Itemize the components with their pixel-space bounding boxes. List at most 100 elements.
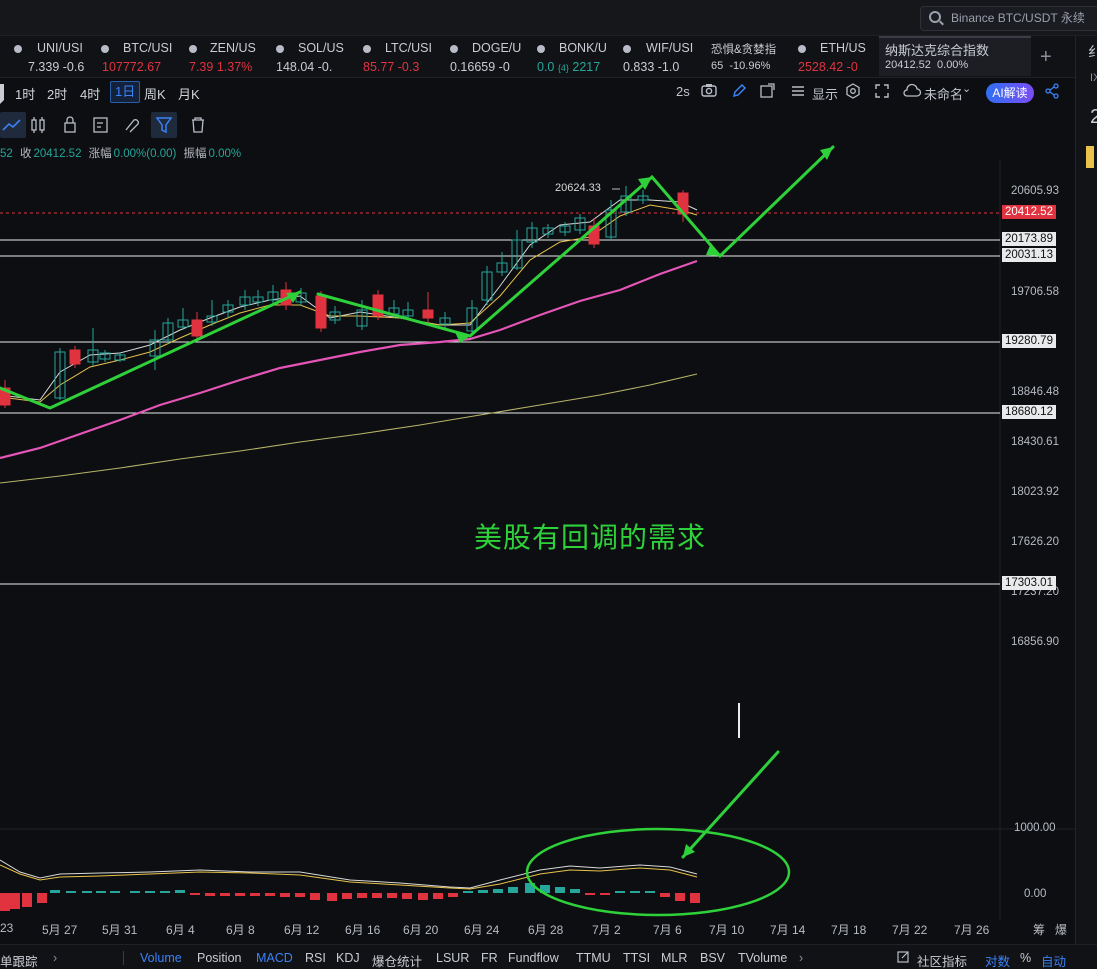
- tab-ttmu[interactable]: TTMU: [576, 951, 611, 965]
- macd-bar: [190, 893, 200, 895]
- candle-body: [481, 271, 493, 301]
- ai-interpret-button[interactable]: AI解读: [986, 83, 1034, 103]
- candle-body: [526, 227, 538, 243]
- ticker-price: 7.39 1.37%: [189, 60, 253, 74]
- tab-month[interactable]: 月K: [178, 84, 200, 103]
- y-tick: 18430.61: [1011, 436, 1059, 448]
- display-menu[interactable]: 显示: [812, 84, 838, 103]
- auto-scale-toggle[interactable]: 自动: [1041, 951, 1066, 969]
- tab-kdj[interactable]: KDJ: [336, 951, 360, 965]
- tab-week[interactable]: 周K: [144, 84, 166, 103]
- lock-icon[interactable]: [57, 112, 83, 138]
- ticker-uni[interactable]: UNI/USI 7.339 -0.6: [14, 39, 90, 75]
- ticker-eth[interactable]: ETH/US 2528.42 -0: [798, 39, 870, 75]
- macd-bar: [357, 893, 367, 898]
- tab-position[interactable]: Position: [197, 951, 241, 965]
- x-tick: 7月 26: [954, 923, 990, 937]
- macd-bar: [37, 893, 47, 903]
- coin-icon: [798, 45, 806, 53]
- macd-bar: [418, 893, 428, 900]
- tab-tvolume[interactable]: TVolume: [738, 951, 787, 965]
- chevron-down-icon[interactable]: ⌄: [962, 82, 971, 95]
- refresh-interval[interactable]: 2s: [676, 84, 690, 99]
- candle-body: [206, 315, 218, 323]
- tab-ttsi[interactable]: TTSI: [623, 951, 650, 965]
- percent-scale-toggle[interactable]: %: [1020, 951, 1031, 965]
- ticker-nasdaq[interactable]: 纳斯达克综合指数 20412.52 0.00%: [879, 36, 1031, 76]
- ticker-bonk[interactable]: BONK/U 0.0 {4} 2217: [537, 39, 615, 75]
- coin-icon: [363, 45, 371, 53]
- trend-line-icon[interactable]: [0, 112, 26, 138]
- tab-volume[interactable]: Volume: [140, 951, 182, 965]
- tab-bsv[interactable]: BSV: [700, 951, 725, 965]
- macd-bar: [130, 891, 140, 893]
- ma-long-line: [0, 373, 698, 484]
- candlestick-icon[interactable]: [26, 112, 52, 138]
- settings-icon[interactable]: [845, 83, 861, 102]
- note-icon[interactable]: [88, 112, 114, 138]
- x-tick: 23: [0, 921, 14, 935]
- macd-bar: [630, 891, 640, 893]
- layout-name[interactable]: 未命名: [924, 84, 963, 103]
- tab-4h[interactable]: 4时: [80, 84, 100, 103]
- panel-toggle-icon[interactable]: [0, 84, 8, 104]
- trash-icon[interactable]: [185, 112, 211, 138]
- coin-icon: [101, 45, 109, 53]
- filter-icon[interactable]: [151, 112, 177, 138]
- timeframe-toolbar: 1时 2时 4时 1日 周K 月K 2s 显示 未命名 ⌄: [0, 78, 1075, 106]
- coin-icon: [14, 45, 22, 53]
- candle-body: [54, 351, 66, 399]
- x-tick: 6月 12: [284, 923, 320, 937]
- macd-bar: [463, 891, 473, 893]
- ma-mid-line: [0, 259, 698, 460]
- candlesticks: [0, 186, 689, 408]
- edit-icon[interactable]: [897, 950, 910, 966]
- macd-bar: [220, 893, 230, 896]
- tab-1h[interactable]: 1时: [15, 84, 35, 103]
- ticker-ltc[interactable]: LTC/USI 85.77 -0.3: [363, 39, 441, 75]
- ticker-sol[interactable]: SOL/US 148.04 -0.: [276, 39, 351, 75]
- tab-rsi[interactable]: RSI: [305, 951, 326, 965]
- magnet-icon[interactable]: [119, 112, 145, 138]
- ticker-fear-greed[interactable]: 恐惧&贪婪指 65 -10.96%: [711, 39, 789, 75]
- x-tick: 6月 24: [464, 923, 500, 937]
- add-ticker-icon[interactable]: +: [1040, 46, 1052, 69]
- panel-edge-glyph: 纟: [1088, 42, 1097, 62]
- candle-body: [620, 195, 632, 213]
- tab-order-tracking[interactable]: 单跟踪: [0, 951, 38, 969]
- liquidation-label[interactable]: 爆: [1055, 921, 1067, 938]
- chevron-right-icon[interactable]: ›: [53, 951, 57, 965]
- cloud-icon[interactable]: [902, 83, 922, 102]
- expand-icon[interactable]: [759, 83, 775, 102]
- divider: [123, 951, 124, 965]
- chip-distribution-label[interactable]: 筹: [1033, 921, 1045, 938]
- ticker-wif[interactable]: WIF/USI 0.833 -1.0: [623, 39, 699, 75]
- pen-icon[interactable]: [731, 83, 747, 102]
- community-indicators[interactable]: 社区指标: [917, 951, 967, 969]
- macd-bar: [250, 893, 260, 896]
- x-tick: 7月 18: [831, 923, 867, 937]
- ticker-doge[interactable]: DOGE/U 0.16659 -0: [450, 39, 528, 75]
- macd-bar: [295, 893, 305, 897]
- tab-lsur[interactable]: LSUR: [436, 951, 469, 965]
- list-icon[interactable]: [790, 83, 806, 102]
- tab-fr[interactable]: FR: [481, 951, 498, 965]
- symbol-search-input[interactable]: Binance BTC/USDT 永续: [920, 6, 1097, 31]
- log-scale-toggle[interactable]: 对数: [985, 951, 1010, 969]
- tab-1d[interactable]: 1日: [110, 81, 141, 103]
- tab-macd[interactable]: MACD: [256, 951, 293, 965]
- tab-liquidation[interactable]: 爆仓统计: [372, 951, 422, 969]
- tab-2h[interactable]: 2时: [47, 84, 67, 103]
- candle-body: [87, 349, 99, 363]
- chevron-right-icon[interactable]: ›: [799, 951, 803, 965]
- ticker-zen[interactable]: ZEN/US 7.39 1.37%: [189, 39, 269, 75]
- tab-fundflow[interactable]: Fundflow: [508, 951, 559, 965]
- candle-body: [605, 209, 617, 238]
- tab-mlr[interactable]: MLR: [661, 951, 687, 965]
- macd-bar: [433, 893, 443, 899]
- camera-icon[interactable]: [701, 83, 717, 100]
- fullscreen-icon[interactable]: [874, 83, 890, 102]
- ticker-btc[interactable]: BTC/USI 107772.67: [101, 39, 181, 75]
- share-icon[interactable]: [1044, 83, 1060, 102]
- panel-edge-glyph: IX: [1090, 72, 1097, 84]
